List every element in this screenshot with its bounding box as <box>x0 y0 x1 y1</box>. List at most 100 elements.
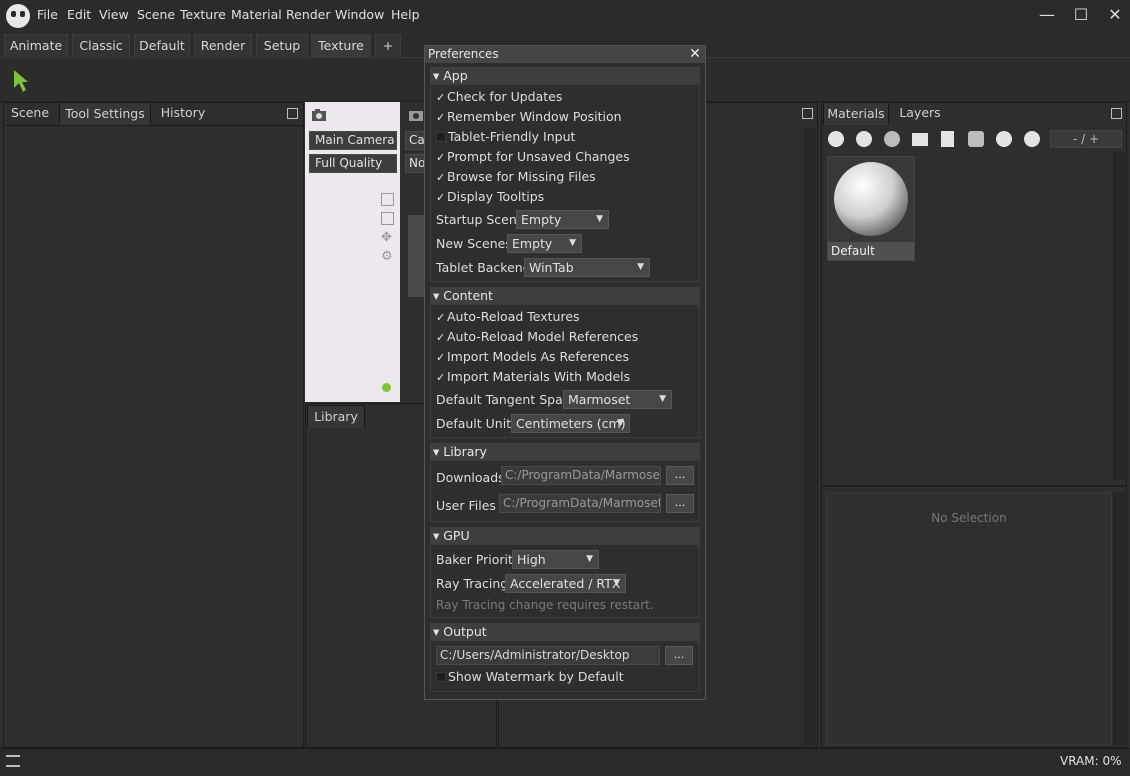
select-value: Empty <box>512 236 553 251</box>
user-files-path-input[interactable]: C:/ProgramData/Marmoset To <box>499 494 661 513</box>
quality-select[interactable]: Full Quality <box>309 154 397 173</box>
output-path-input[interactable]: C:/Users/Administrator/Desktop <box>436 646 660 665</box>
popout-icon-3[interactable] <box>1111 108 1122 119</box>
section-library-header[interactable]: ▾ Library <box>430 443 700 460</box>
section-output-header[interactable]: ▾ Output <box>430 623 700 640</box>
menu-window[interactable]: Window <box>335 7 384 22</box>
material-counter[interactable]: - / + <box>1050 130 1122 148</box>
preferences-dialog: Preferences ✕ ▾ App ✓ Check for Updates ✓… <box>424 45 706 700</box>
output-browse-button[interactable]: ... <box>665 646 693 665</box>
material-pick-icon[interactable] <box>968 131 984 147</box>
camera-select-2[interactable]: Ca <box>405 131 425 150</box>
section-app-header[interactable]: ▾ App <box>430 67 700 84</box>
select-cursor-icon[interactable] <box>12 68 30 94</box>
check-browse-missing[interactable]: ✓ Browse for Missing Files <box>436 169 596 185</box>
menu-file[interactable]: File <box>37 7 58 22</box>
check-import-references[interactable]: ✓ Import Models As References <box>436 349 629 365</box>
menu-help[interactable]: Help <box>391 7 420 22</box>
check-label: Prompt for Unsaved Changes <box>447 149 630 164</box>
tab-materials[interactable]: Materials <box>823 102 889 125</box>
menu-edit[interactable]: Edit <box>67 7 91 22</box>
quality-select-2[interactable]: No <box>405 154 425 173</box>
menu-texture[interactable]: Texture <box>180 7 226 22</box>
check-tablet-friendly[interactable]: Tablet-Friendly Input <box>436 129 575 145</box>
check-label: Auto-Reload Model References <box>447 329 639 344</box>
downloads-browse-button[interactable]: ... <box>666 466 694 485</box>
select-value: WinTab <box>529 260 574 275</box>
tab-texture[interactable]: Texture <box>311 34 371 58</box>
material-swap-icon[interactable] <box>996 131 1012 147</box>
settings-gear-icon[interactable]: ⚙ <box>381 250 394 263</box>
menu-scene[interactable]: Scene <box>137 7 175 22</box>
check-prompt-unsaved[interactable]: ✓ Prompt for Unsaved Changes <box>436 149 630 165</box>
ray-tracing-select[interactable]: Accelerated / RTX ▼ <box>505 574 626 593</box>
tab-library[interactable]: Library <box>307 405 365 428</box>
tab-scene[interactable]: Scene <box>6 102 54 125</box>
check-import-materials[interactable]: ✓ Import Materials With Models <box>436 369 630 385</box>
menu-render[interactable]: Render <box>286 7 331 22</box>
dialog-title[interactable]: Preferences <box>425 46 705 63</box>
check-tooltips[interactable]: ✓ Display Tooltips <box>436 189 544 205</box>
popout-icon-2[interactable] <box>802 108 813 119</box>
tablet-backend-select[interactable]: WinTab ▼ <box>524 258 650 277</box>
check-updates[interactable]: ✓ Check for Updates <box>436 89 562 105</box>
check-remember-window[interactable]: ✓ Remember Window Position <box>436 109 622 125</box>
startup-scene-select[interactable]: Empty ▼ <box>516 210 609 229</box>
materials-scrollbar[interactable] <box>1113 152 1125 480</box>
tab-setup[interactable]: Setup <box>256 34 308 58</box>
checker-material-icon[interactable] <box>884 131 900 147</box>
grid-icon[interactable] <box>381 193 394 206</box>
popout-icon[interactable] <box>287 108 298 119</box>
move-icon[interactable]: ✥ <box>381 231 394 244</box>
tab-layers[interactable]: Layers <box>893 102 947 125</box>
material-name[interactable]: Default <box>828 242 914 260</box>
tab-tool-settings[interactable]: Tool Settings <box>59 102 151 125</box>
trash-icon[interactable] <box>941 131 954 147</box>
check-show-watermark[interactable]: Show Watermark by Default <box>436 669 624 685</box>
folder-icon[interactable] <box>912 133 928 146</box>
center-scrollbar[interactable] <box>804 128 816 745</box>
close-button[interactable]: ✕ <box>1105 5 1125 25</box>
tab-history[interactable]: History <box>155 102 211 125</box>
select-value: High <box>517 552 546 567</box>
tab-add[interactable]: + <box>375 34 401 58</box>
default-units-select[interactable]: Centimeters (cm) ▼ <box>511 414 630 433</box>
selection-scrollbar[interactable] <box>1113 492 1125 745</box>
check-label: Show Watermark by Default <box>448 669 624 684</box>
baker-priority-select[interactable]: High ▼ <box>512 550 599 569</box>
add-material-plus-icon[interactable] <box>856 131 872 147</box>
minimize-button[interactable]: — <box>1037 5 1057 25</box>
section-gpu-header[interactable]: ▾ GPU <box>430 527 700 544</box>
downloads-path-input[interactable]: C:/ProgramData/Marmoset T <box>501 466 661 485</box>
tablet-backend-label: Tablet Backend <box>436 260 531 275</box>
chevron-down-icon: ▼ <box>586 554 593 564</box>
check-label: Display Tooltips <box>447 189 545 204</box>
material-export-icon[interactable] <box>1024 131 1040 147</box>
new-scenes-label: New Scenes <box>436 236 512 251</box>
frame-icon[interactable] <box>381 212 394 225</box>
checkmark-icon: ✓ <box>436 351 446 364</box>
menu-lines-icon[interactable] <box>6 755 20 767</box>
check-label: Import Models As References <box>447 349 629 364</box>
check-auto-reload-textures[interactable]: ✓ Auto-Reload Textures <box>436 309 580 325</box>
camera-icon[interactable] <box>311 108 327 122</box>
menu-material[interactable]: Material <box>231 7 282 22</box>
tab-default[interactable]: Default <box>134 34 190 58</box>
tab-render[interactable]: Render <box>194 34 252 58</box>
maximize-button[interactable]: ☐ <box>1071 5 1091 25</box>
checkmark-icon: ✓ <box>436 331 446 344</box>
tab-classic[interactable]: Classic <box>72 34 130 58</box>
tab-animate[interactable]: Animate <box>4 34 68 58</box>
user-files-browse-button[interactable]: ... <box>666 494 694 513</box>
add-material-icon[interactable] <box>828 131 844 147</box>
camera-select[interactable]: Main Camera <box>309 131 397 150</box>
menu-view[interactable]: View <box>99 7 129 22</box>
tangent-space-select[interactable]: Marmoset ▼ <box>563 390 672 409</box>
new-scenes-select[interactable]: Empty ▼ <box>507 234 582 253</box>
camera-icon-2[interactable] <box>408 108 424 122</box>
section-output-label: Output <box>443 624 487 639</box>
check-auto-reload-models[interactable]: ✓ Auto-Reload Model References <box>436 329 638 345</box>
checkmark-icon: ✓ <box>436 91 446 104</box>
dialog-close-icon[interactable]: ✕ <box>688 46 702 62</box>
section-content-header[interactable]: ▾ Content <box>430 287 700 304</box>
